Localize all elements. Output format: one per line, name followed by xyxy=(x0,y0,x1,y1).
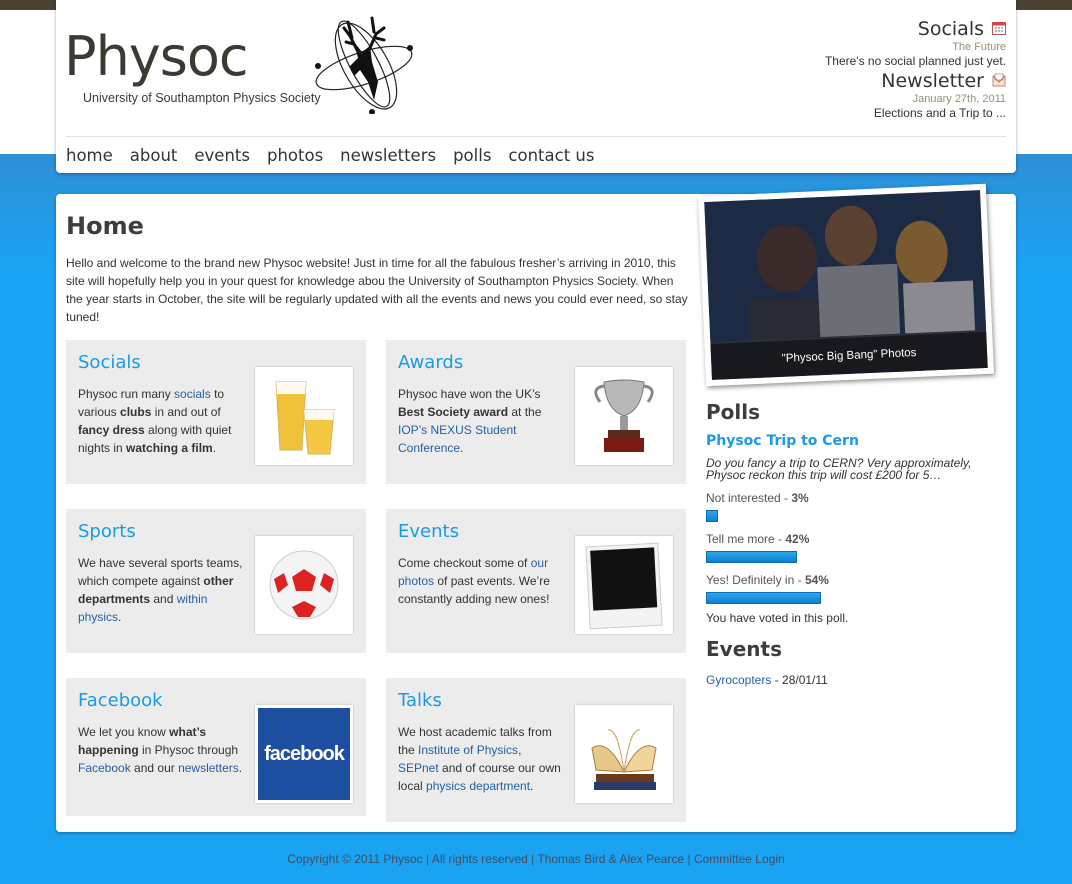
polls-heading: Polls xyxy=(706,400,761,424)
poll-bar-tell-me-more xyxy=(706,551,797,563)
main-nav: home about events photos newsletters polls con… xyxy=(66,136,1006,166)
polaroid-image xyxy=(575,536,673,634)
awards-box: Awards Physoc have won the UK’s Best Soc… xyxy=(386,340,686,484)
box-title-awards: Awards xyxy=(398,352,464,373)
nav-newsletters[interactable]: newsletters xyxy=(340,146,436,165)
poll-option: Not interested - 3% xyxy=(706,491,809,505)
site-subtitle: University of Southampton Physics Societ… xyxy=(83,91,321,105)
nav-photos[interactable]: photos xyxy=(267,146,323,165)
poll-option: Yes! Definitely in - 54% xyxy=(706,573,829,587)
event-item: Gyrocopters - 28/01/11 xyxy=(706,673,828,687)
box-text-awards: Physoc have won the UK’s Best Society aw… xyxy=(398,387,542,455)
poll-voted-message: You have voted in this poll. xyxy=(706,611,849,625)
socials-title[interactable]: Socials xyxy=(918,18,984,40)
main-content: Home Hello and welcome to the brand new … xyxy=(56,183,1016,832)
calendar-icon xyxy=(992,21,1006,35)
socials-widget: Socials The Future There's no social pla… xyxy=(825,18,1006,68)
poll-bar-definitely-in xyxy=(706,592,821,604)
socials-box: Socials Physoc run many socials to vario… xyxy=(66,340,366,484)
link-physics-department[interactable]: physics department xyxy=(426,779,530,793)
sports-box: Sports We have several sports teams, whi… xyxy=(66,509,366,653)
poll-bar-not-interested xyxy=(706,510,718,522)
link-newsletters[interactable]: newsletters xyxy=(178,761,239,775)
trophy-image xyxy=(575,367,673,465)
link-iop-nexus[interactable]: IOP’s NEXUS Student Conference xyxy=(398,423,517,455)
box-text-talks: We host academic talks from the Institut… xyxy=(398,725,561,793)
socials-date: The Future xyxy=(952,41,1006,53)
facebook-box: Facebook We let you know what’s happenin… xyxy=(66,678,366,816)
box-title-socials: Socials xyxy=(78,352,141,373)
box-text-facebook: We let you know what’s happening in Phys… xyxy=(78,725,243,775)
newsletter-icon xyxy=(992,73,1006,86)
newsletter-title[interactable]: Newsletter xyxy=(881,70,984,92)
events-box: Events Come checkout some of our photos … xyxy=(386,509,686,653)
site-title[interactable]: Physoc xyxy=(64,24,249,90)
nav-events[interactable]: events xyxy=(194,146,250,165)
facebook-logo-text: facebook xyxy=(264,743,345,765)
footer: Copyright © 2011 Physoc | All rights res… xyxy=(287,852,785,866)
featured-photo[interactable]: "Physoc Big Bang" Photos xyxy=(697,183,995,387)
physoc-logo-icon[interactable] xyxy=(314,8,418,114)
books-image xyxy=(575,705,673,803)
events-heading: Events xyxy=(706,637,782,661)
beer-image xyxy=(255,367,353,465)
nav-home[interactable]: home xyxy=(66,146,113,165)
box-title-facebook: Facebook xyxy=(78,690,163,711)
poll-question[interactable]: Physoc Trip to Cern xyxy=(706,433,996,449)
footer-authors-link[interactable]: Thomas Bird & Alex Pearce xyxy=(537,852,684,866)
facebook-logo-icon[interactable]: facebook xyxy=(255,705,353,803)
sidebar: Polls Physoc Trip to Cern Do you fancy a… xyxy=(706,400,996,687)
socials-text: There's no social planned just yet. xyxy=(824,54,1006,68)
intro-text: Hello and welcome to the brand new Physo… xyxy=(66,256,688,324)
nav-contact-us[interactable]: contact us xyxy=(508,146,594,165)
box-text-events: Come checkout some of our photos of past… xyxy=(398,556,550,606)
box-text-sports: We have several sports teams, which comp… xyxy=(78,556,243,624)
committee-login-link[interactable]: Committee Login xyxy=(694,852,785,866)
box-title-talks: Talks xyxy=(398,690,442,711)
nav-about[interactable]: about xyxy=(130,146,178,165)
page-title: Home xyxy=(66,212,144,240)
link-institute-of-physics[interactable]: Institute of Physics xyxy=(418,743,518,757)
nav-polls[interactable]: polls xyxy=(453,146,491,165)
link-facebook[interactable]: Facebook xyxy=(78,761,131,775)
football-image xyxy=(255,536,353,634)
box-text-socials: Physoc run many socials to various clubs… xyxy=(78,387,232,455)
newsletter-date: January 27th, 2011 xyxy=(912,93,1006,105)
photo-image: "Physoc Big Bang" Photos xyxy=(704,190,988,380)
link-socials[interactable]: socials xyxy=(174,387,211,401)
talks-box: Talks We host academic talks from the In… xyxy=(386,678,686,822)
newsletter-text[interactable]: Elections and a Trip to ... xyxy=(874,106,1006,120)
site-header: Physoc University of Southampton Physics… xyxy=(56,0,1016,173)
newsletter-widget: Newsletter January 27th, 2011 Elections … xyxy=(874,70,1006,120)
box-title-sports: Sports xyxy=(78,521,136,542)
poll-option: Tell me more - 42% xyxy=(706,532,810,546)
event-link[interactable]: Gyrocopters xyxy=(706,673,771,687)
poll-description: Do you fancy a trip to CERN? Very approx… xyxy=(706,456,972,482)
link-sepnet[interactable]: SEPnet xyxy=(398,761,439,775)
box-title-events: Events xyxy=(398,521,459,542)
